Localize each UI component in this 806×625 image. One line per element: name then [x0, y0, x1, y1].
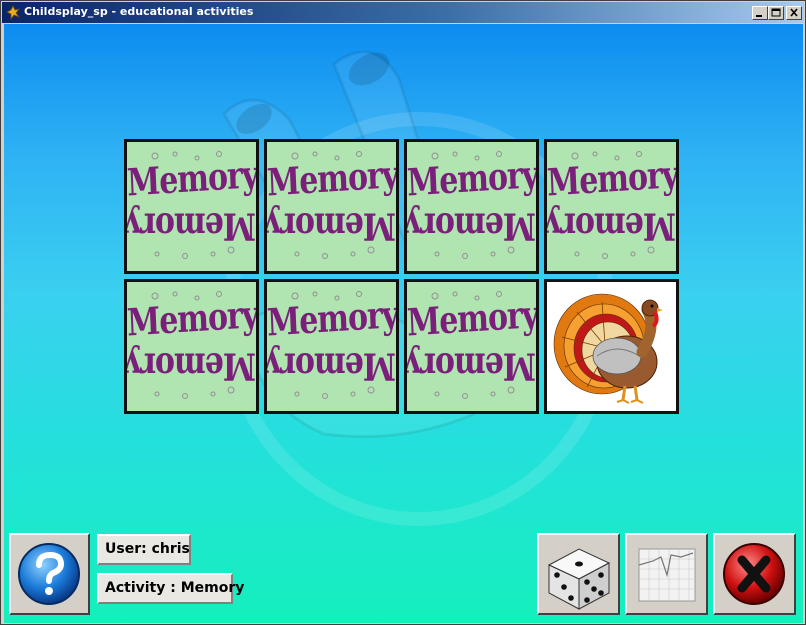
- minimize-icon: [756, 15, 762, 17]
- graph-button[interactable]: [625, 533, 708, 615]
- turkey-icon: [553, 293, 663, 404]
- app-icon: [6, 5, 21, 20]
- card-text: Memory: [126, 153, 259, 206]
- card-2[interactable]: Memory Memory: [264, 139, 399, 274]
- activity-label: Activity : Memory: [97, 573, 244, 604]
- card-text: Memory: [266, 293, 399, 346]
- card-text: Memory: [266, 153, 399, 206]
- card-text-flipped: Memory: [544, 203, 676, 248]
- minimize-button[interactable]: [752, 6, 768, 20]
- card-text-flipped: Memory: [124, 203, 256, 248]
- card-text: Memory: [126, 293, 259, 346]
- card-3[interactable]: Memory Memory: [404, 139, 539, 274]
- maximize-button[interactable]: [768, 6, 784, 20]
- card-text: Memory: [546, 153, 679, 206]
- dice-button[interactable]: [537, 533, 620, 615]
- card-5[interactable]: Memory Memory: [124, 279, 259, 414]
- window-close-button[interactable]: [786, 6, 802, 20]
- quit-button[interactable]: [713, 533, 796, 615]
- app-window: Childsplay_sp - educational activities M…: [0, 0, 806, 625]
- card-1[interactable]: Memory Memory: [124, 139, 259, 274]
- card-6[interactable]: Memory Memory: [264, 279, 399, 414]
- card-text-flipped: Memory: [264, 203, 396, 248]
- dice-icon: [547, 548, 611, 610]
- card-text-flipped: Memory: [404, 343, 536, 388]
- card-text-flipped: Memory: [124, 343, 256, 388]
- window-title: Childsplay_sp - educational activities: [24, 5, 254, 18]
- card-text: Memory: [406, 293, 539, 346]
- card-8-turkey[interactable]: [544, 279, 679, 414]
- title-bar[interactable]: Childsplay_sp - educational activities: [2, 2, 804, 23]
- help-button[interactable]: [9, 533, 90, 615]
- card-text-flipped: Memory: [404, 203, 536, 248]
- maximize-icon: [771, 8, 781, 17]
- close-x-icon: [723, 543, 785, 605]
- question-mark-icon: [18, 543, 80, 605]
- card-text-flipped: Memory: [264, 343, 396, 388]
- card-4[interactable]: Memory Memory: [544, 139, 679, 274]
- window-close-icon: [790, 8, 798, 17]
- graph-icon: [638, 548, 696, 602]
- card-7[interactable]: Memory Memory: [404, 279, 539, 414]
- card-text: Memory: [406, 153, 539, 206]
- game-area: Memory Memory Memory Memory Memory Memor…: [4, 24, 803, 623]
- user-label: User: chris: [97, 534, 191, 565]
